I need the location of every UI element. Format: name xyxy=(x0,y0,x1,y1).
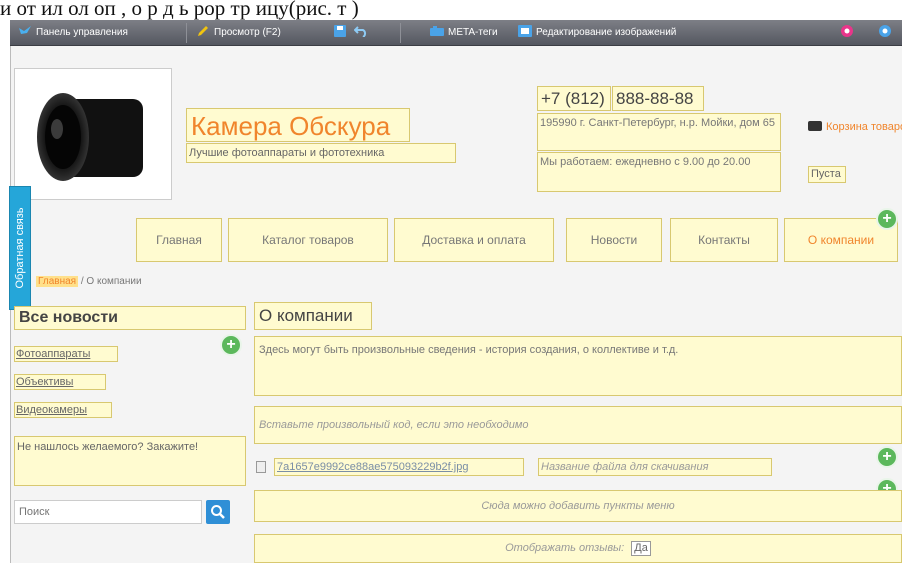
preview-button[interactable]: Просмотр (F2) xyxy=(196,24,281,42)
document-caption: и от ил ол оп , о р д ь рор тр ицу(рис. … xyxy=(0,0,902,20)
site-tagline[interactable]: Лучшие фотоаппараты и фототехника xyxy=(186,143,456,163)
phone-code-field[interactable]: +7 (812) xyxy=(537,86,611,111)
meta-tags-button[interactable]: META-теги xyxy=(430,24,498,42)
settings-button[interactable] xyxy=(878,24,896,42)
site-logo[interactable] xyxy=(14,68,172,200)
camera-icon xyxy=(430,25,444,37)
sidebar-link-lenses[interactable]: Объективы xyxy=(14,374,106,390)
feedback-tab[interactable]: Обратная связь xyxy=(9,186,31,310)
camera-lens-image xyxy=(37,93,143,181)
nav-item-catalog[interactable]: Каталог товаров xyxy=(228,218,388,262)
sidebar-link-camcorders[interactable]: Видеокамеры xyxy=(14,402,112,418)
nav-item-news[interactable]: Новости xyxy=(566,218,662,262)
help-circle-icon xyxy=(840,24,854,37)
file-link[interactable]: 7a1657e9992ce88ae575093229b2f.jpg xyxy=(274,458,524,476)
feedback-label: Обратная связь xyxy=(14,207,26,289)
dashboard-label: Панель управления xyxy=(36,27,128,38)
address-field[interactable]: 195990 г. Санкт-Петербург, н.р. Мойки, д… xyxy=(537,113,781,151)
custom-code-field[interactable]: Вставьте произвольный код, если это необ… xyxy=(254,406,902,444)
search-input[interactable] xyxy=(14,500,202,524)
reviews-label: Отображать отзывы: xyxy=(505,542,625,554)
search-icon xyxy=(211,505,225,519)
breadcrumb: Главная / О компании xyxy=(36,276,142,290)
undo-button[interactable] xyxy=(353,24,372,42)
file-name-field[interactable]: Название файла для скачивания xyxy=(538,458,772,476)
add-file-button[interactable]: + xyxy=(876,446,898,468)
save-icon xyxy=(334,25,348,37)
cart-link[interactable]: Корзина товаров xyxy=(808,121,902,137)
plus-icon: + xyxy=(882,210,892,227)
reviews-setting: Отображать отзывы: Да xyxy=(254,534,902,563)
cart-status: Пуста xyxy=(808,166,846,183)
working-hours-field[interactable]: Мы работаем: ежедневно с 9.00 до 20.00 xyxy=(537,152,781,192)
meta-tags-label: META-теги xyxy=(448,27,498,38)
page-text-field[interactable]: Здесь могут быть произвольные сведения -… xyxy=(254,336,902,396)
pencil-icon xyxy=(196,25,210,37)
toolbar-divider xyxy=(186,23,187,43)
page-title[interactable]: О компании xyxy=(254,302,372,330)
order-prompt[interactable]: Не нашлось желаемого? Закажите! xyxy=(14,436,246,486)
sidebar-link-cameras[interactable]: Фотоаппараты xyxy=(14,346,118,362)
gear-icon xyxy=(878,24,892,37)
bird-logo-icon xyxy=(18,25,32,37)
phone-number-field[interactable]: 888-88-88 xyxy=(612,86,704,111)
nav-item-contacts[interactable]: Контакты xyxy=(670,218,778,262)
menu-items-field[interactable]: Сюда можно добавить пункты меню xyxy=(254,490,902,522)
site-title-field[interactable]: Камера Обскура xyxy=(186,108,410,142)
undo-icon xyxy=(353,25,368,38)
site-title: Камера Обскура xyxy=(191,111,391,141)
image-edit-label: Редактирование изображений xyxy=(536,27,677,38)
file-icon xyxy=(256,461,266,473)
nav-item-home[interactable]: Главная xyxy=(136,218,222,262)
add-nav-item-button[interactable]: + xyxy=(876,208,898,230)
dashboard-button[interactable]: Панель управления xyxy=(18,24,128,42)
image-edit-button[interactable]: Редактирование изображений xyxy=(518,24,676,42)
nav-item-delivery[interactable]: Доставка и оплата xyxy=(394,218,554,262)
help-button[interactable] xyxy=(840,24,858,42)
toolbar-divider xyxy=(400,23,401,43)
admin-toolbar: Панель управления Просмотр (F2) META-тег… xyxy=(10,20,902,46)
search-button[interactable] xyxy=(206,500,230,524)
cart-label: Корзина товаров xyxy=(826,121,902,133)
plus-icon: + xyxy=(882,448,892,465)
plus-icon: + xyxy=(226,336,236,353)
reviews-toggle[interactable]: Да xyxy=(631,541,651,556)
cart-camera-icon xyxy=(808,121,822,131)
breadcrumb-current: / О компании xyxy=(80,276,142,287)
add-category-button[interactable]: + xyxy=(220,334,242,356)
all-news-heading[interactable]: Все новости xyxy=(14,306,246,330)
image-icon xyxy=(518,25,532,37)
preview-label: Просмотр (F2) xyxy=(214,27,281,38)
save-button[interactable] xyxy=(334,24,352,42)
breadcrumb-home-link[interactable]: Главная xyxy=(36,276,79,287)
